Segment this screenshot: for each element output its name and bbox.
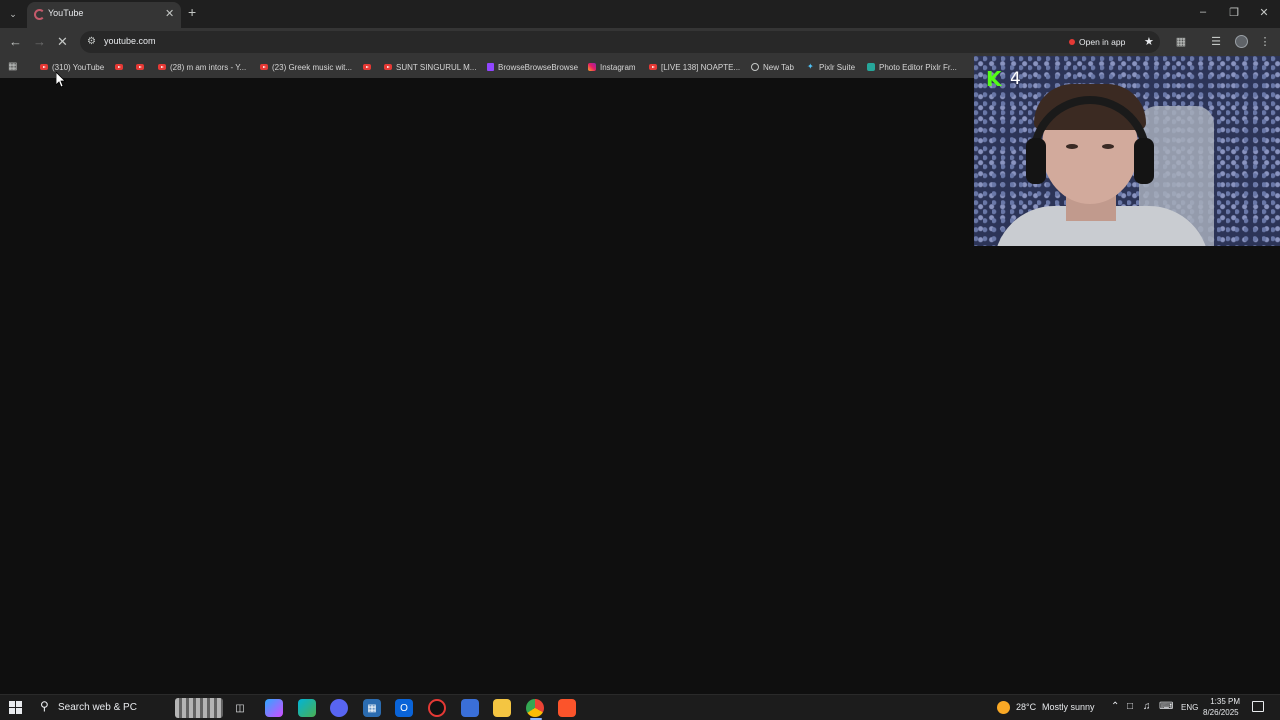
site-info-icon[interactable]: ⚙ [87,36,96,47]
task-view-icon[interactable]: ◫ [231,699,249,717]
back-button[interactable]: ← [9,35,22,48]
bookmark-item[interactable]: ✦ Pixlr Suite [807,60,855,74]
bookmark-label: (28) m am intors - Y... [170,62,247,72]
tab-title: YouTube [48,8,84,18]
headset-earcup [1026,138,1046,184]
start-button[interactable] [9,701,22,714]
viewer-count: 4 [1010,69,1021,89]
bookmark-label: Instagram [600,62,636,72]
bookmark-item[interactable] [363,60,371,74]
weather-sun-icon[interactable] [997,701,1010,714]
bookmark-item[interactable] [136,60,144,74]
bookmark-label: New Tab [763,62,794,72]
minimize-button[interactable]: – [1195,6,1211,18]
language-indicator[interactable]: ENG [1181,703,1198,712]
tab-strip: ⌄ YouTube ✕ + – ❐ ✕ [0,0,1280,28]
forward-button[interactable]: → [33,35,46,48]
youtube-icon [260,64,268,70]
kick-logo-icon: K [986,67,1002,91]
open-in-app-button[interactable]: Open in app [1064,34,1130,50]
headset-earcup [1134,138,1154,184]
pixlr-icon: ✦ [807,62,814,71]
twitch-icon [487,63,494,71]
chrome-icon[interactable] [526,699,544,717]
bookmark-star-icon[interactable]: ★ [1144,35,1154,48]
webcam-overlay: K 4 [974,56,1280,246]
globe-icon [751,63,759,71]
copilot-icon[interactable] [265,699,283,717]
open-in-app-label: Open in app [1079,37,1126,47]
bookmark-item[interactable]: (23) Greek music wit... [260,60,352,74]
media-controls-icon[interactable]: ☰ [1209,35,1223,48]
profile-avatar[interactable] [1235,35,1248,48]
bookmark-label: BrowseBrowseBrowse [498,62,579,72]
youtube-icon [649,64,657,70]
mouse-cursor-icon [55,71,66,88]
pixlr-editor-icon [867,63,875,71]
volume-icon[interactable]: ♫ [1143,701,1151,712]
obs-icon[interactable] [428,699,446,717]
bookmark-label: Pixlr Suite [819,62,856,72]
close-tab-icon[interactable]: ✕ [165,7,174,20]
bookmark-label: Photo Editor Pixlr Fr... [879,62,957,72]
bookmark-item[interactable]: Photo Editor Pixlr Fr... [867,60,957,74]
bookmark-label: [LIVE 138] NOAPTE... [661,62,741,72]
bookmark-label: (310) YouTube [52,62,105,72]
notepad-icon[interactable] [461,699,479,717]
browser-toolbar: ← → ✕ ⚙ youtube.com Open in app ★ ▦ ☰ ⋮ [0,28,1280,56]
network-icon[interactable]: □ [1127,701,1133,712]
restore-button[interactable]: ❐ [1226,6,1242,19]
bookmark-label: (23) Greek music wit... [272,62,353,72]
youtube-icon [363,64,371,70]
search-highlight-image[interactable] [175,698,223,718]
clock-time[interactable]: 1:35 PM [1210,697,1240,706]
bookmark-label: SUNT SINGURUL M... [396,62,477,72]
youtube-icon [115,64,123,70]
search-icon[interactable]: ⚲ [40,699,49,713]
youtube-icon [136,64,144,70]
edge-icon[interactable] [298,699,316,717]
discord-icon[interactable] [330,699,348,717]
brave-icon[interactable] [558,699,576,717]
bookmark-item[interactable]: Instagram [588,60,636,74]
youtube-icon [158,64,166,70]
tab-youtube[interactable]: YouTube ✕ [27,2,181,28]
bookmark-item[interactable] [115,60,123,74]
menu-icon[interactable]: ⋮ [1258,35,1272,48]
instagram-icon [588,63,596,71]
taskbar: ⚲ Search web & PC ◫ ▦ O 28°C Mostly sunn… [0,694,1280,720]
taskbar-search[interactable]: Search web & PC [58,702,137,713]
bookmark-item[interactable]: (28) m am intors - Y... [158,60,246,74]
stop-loading-button[interactable]: ✕ [57,35,68,48]
loading-spinner-icon [34,9,45,20]
calculator-icon[interactable]: ▦ [363,699,381,717]
weather-temperature[interactable]: 28°C [1016,702,1036,712]
url-text[interactable]: youtube.com [104,36,156,46]
bookmark-item[interactable]: BrowseBrowseBrowse [487,60,578,74]
new-tab-button[interactable]: + [188,5,196,19]
notification-icon[interactable] [1252,701,1264,712]
extensions-icon[interactable]: ▦ [1174,35,1188,48]
bookmark-item[interactable]: New Tab [751,60,794,74]
youtube-icon [384,64,392,70]
youtube-icon [40,64,48,70]
bookmark-item[interactable]: (310) YouTube [40,60,104,74]
bookmark-item[interactable]: [LIVE 138] NOAPTE... [649,60,740,74]
tab-search-button[interactable]: ⌄ [4,5,22,23]
apps-grid-icon[interactable]: ▦ [8,61,17,72]
youtube-app-icon [1069,39,1075,45]
file-explorer-icon[interactable] [493,699,511,717]
clock-date[interactable]: 8/26/2025 [1203,708,1239,717]
weather-description[interactable]: Mostly sunny [1042,702,1095,712]
chevron-up-icon[interactable]: ⌃ [1111,701,1119,712]
address-bar[interactable]: ⚙ youtube.com Open in app ★ [80,31,1160,53]
bookmark-item[interactable]: SUNT SINGURUL M... [384,60,476,74]
keyboard-icon[interactable]: ⌨ [1159,701,1173,712]
chevron-down-icon: ⌄ [9,8,17,19]
close-window-button[interactable]: ✕ [1256,6,1272,19]
outlook-icon[interactable]: O [395,699,413,717]
